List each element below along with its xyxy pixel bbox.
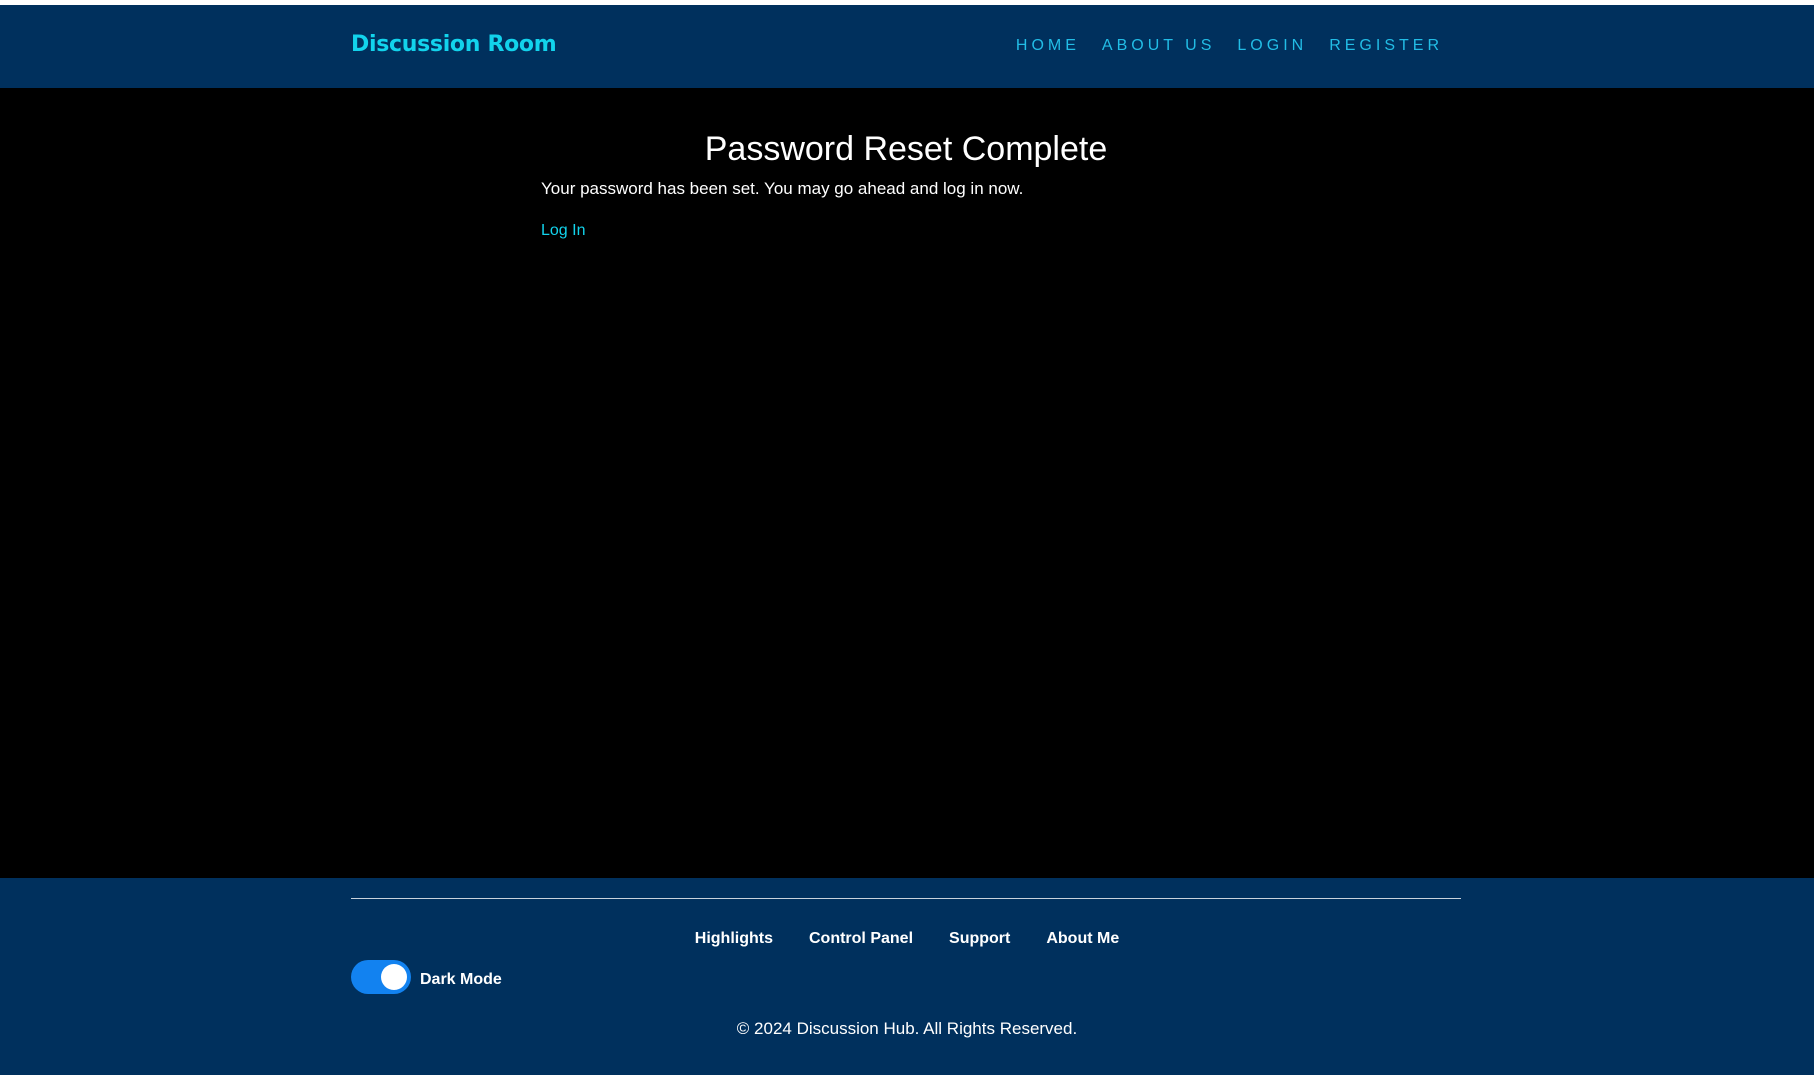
footer-divider (351, 898, 1461, 899)
toggle-knob (381, 964, 407, 990)
login-link[interactable]: Log In (541, 222, 585, 240)
main-content: Password Reset Complete Your password ha… (541, 88, 1271, 240)
nav-link-register[interactable]: REGISTER (1329, 37, 1443, 55)
nav-link-about-us[interactable]: ABOUT US (1102, 37, 1216, 55)
copyright-text: © 2024 Discussion Hub. All Rights Reserv… (736, 1019, 1078, 1038)
dark-mode-control: Dark Mode (351, 960, 502, 994)
brand-logo[interactable]: Discussion Room (351, 32, 557, 57)
footer: Highlights Control Panel Support About M… (0, 878, 1814, 1075)
page-title: Password Reset Complete (704, 130, 1108, 168)
footer-link-about-me[interactable]: About Me (1046, 930, 1119, 948)
navbar: Discussion Room HOME ABOUT US LOGIN REGI… (0, 5, 1814, 88)
nav-link-home[interactable]: HOME (1016, 37, 1080, 55)
footer-link-support[interactable]: Support (949, 930, 1010, 948)
footer-link-highlights[interactable]: Highlights (695, 930, 773, 948)
nav-link-login[interactable]: LOGIN (1237, 37, 1307, 55)
dark-mode-toggle[interactable] (351, 960, 411, 994)
nav-links: HOME ABOUT US LOGIN REGISTER (1016, 37, 1443, 55)
footer-links: Highlights Control Panel Support About M… (0, 930, 1814, 948)
dark-mode-label: Dark Mode (420, 971, 502, 988)
reset-complete-message: Your password has been set. You may go a… (541, 179, 1024, 198)
footer-link-control-panel[interactable]: Control Panel (809, 930, 913, 948)
